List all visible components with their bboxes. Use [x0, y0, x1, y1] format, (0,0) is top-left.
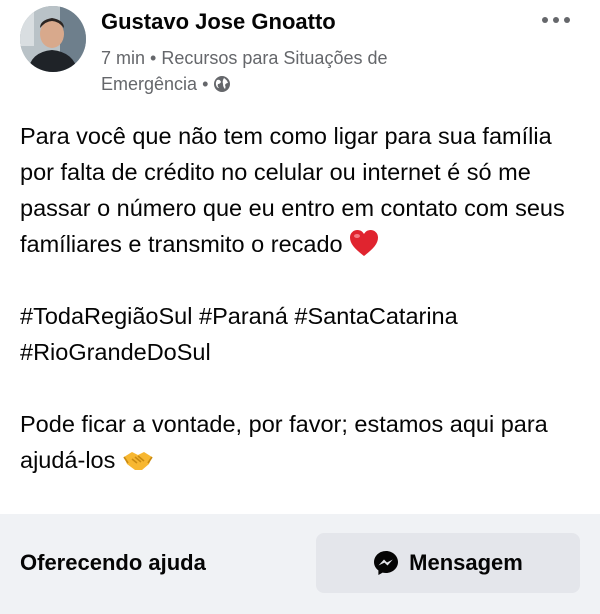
author-name[interactable]: Gustavo Jose Gnoatto — [101, 9, 336, 35]
messenger-icon — [374, 551, 399, 575]
dot-icon — [542, 17, 548, 23]
post-meta: 7 min • Recursos para Situações de Emerg… — [101, 45, 481, 97]
dot-icon — [564, 17, 570, 23]
post-text: Para você que não tem como ligar para su… — [20, 123, 565, 257]
message-button-label: Mensagem — [409, 550, 523, 575]
dot-icon — [553, 17, 559, 23]
globe-icon[interactable] — [213, 75, 231, 93]
hashtag-line: #TodaRegiãoSul #Paraná #SantaCatarina #R… — [20, 298, 585, 370]
avatar[interactable] — [20, 6, 86, 72]
post-text: Pode ficar a vontade, por favor; estamos… — [20, 411, 548, 473]
hashtag-link[interactable]: #TodaRegiãoSul — [20, 303, 192, 329]
meta-separator: • — [202, 74, 209, 94]
post-footer: Oferecendo ajuda Mensagem — [0, 514, 600, 614]
more-options-button[interactable] — [538, 10, 574, 30]
message-button[interactable]: Mensagem — [316, 533, 580, 593]
hashtag-link[interactable]: #RioGrandeDoSul — [20, 339, 211, 365]
offer-label: Oferecendo ajuda — [20, 550, 206, 575]
post-body: Para você que não tem como ligar para su… — [20, 118, 585, 478]
post-time[interactable]: 7 min — [101, 48, 145, 68]
heart-icon — [350, 230, 379, 256]
post-header: Gustavo Jose Gnoatto 7 min • Recursos pa… — [0, 0, 600, 110]
post-paragraph: Para você que não tem como ligar para su… — [20, 118, 585, 262]
avatar-photo — [20, 6, 86, 72]
handshake-icon — [123, 452, 153, 470]
meta-separator: • — [150, 48, 157, 68]
hashtag-link[interactable]: #SantaCatarina — [294, 303, 457, 329]
hashtag-link[interactable]: #Paraná — [199, 303, 288, 329]
post-paragraph: Pode ficar a vontade, por favor; estamos… — [20, 406, 585, 478]
